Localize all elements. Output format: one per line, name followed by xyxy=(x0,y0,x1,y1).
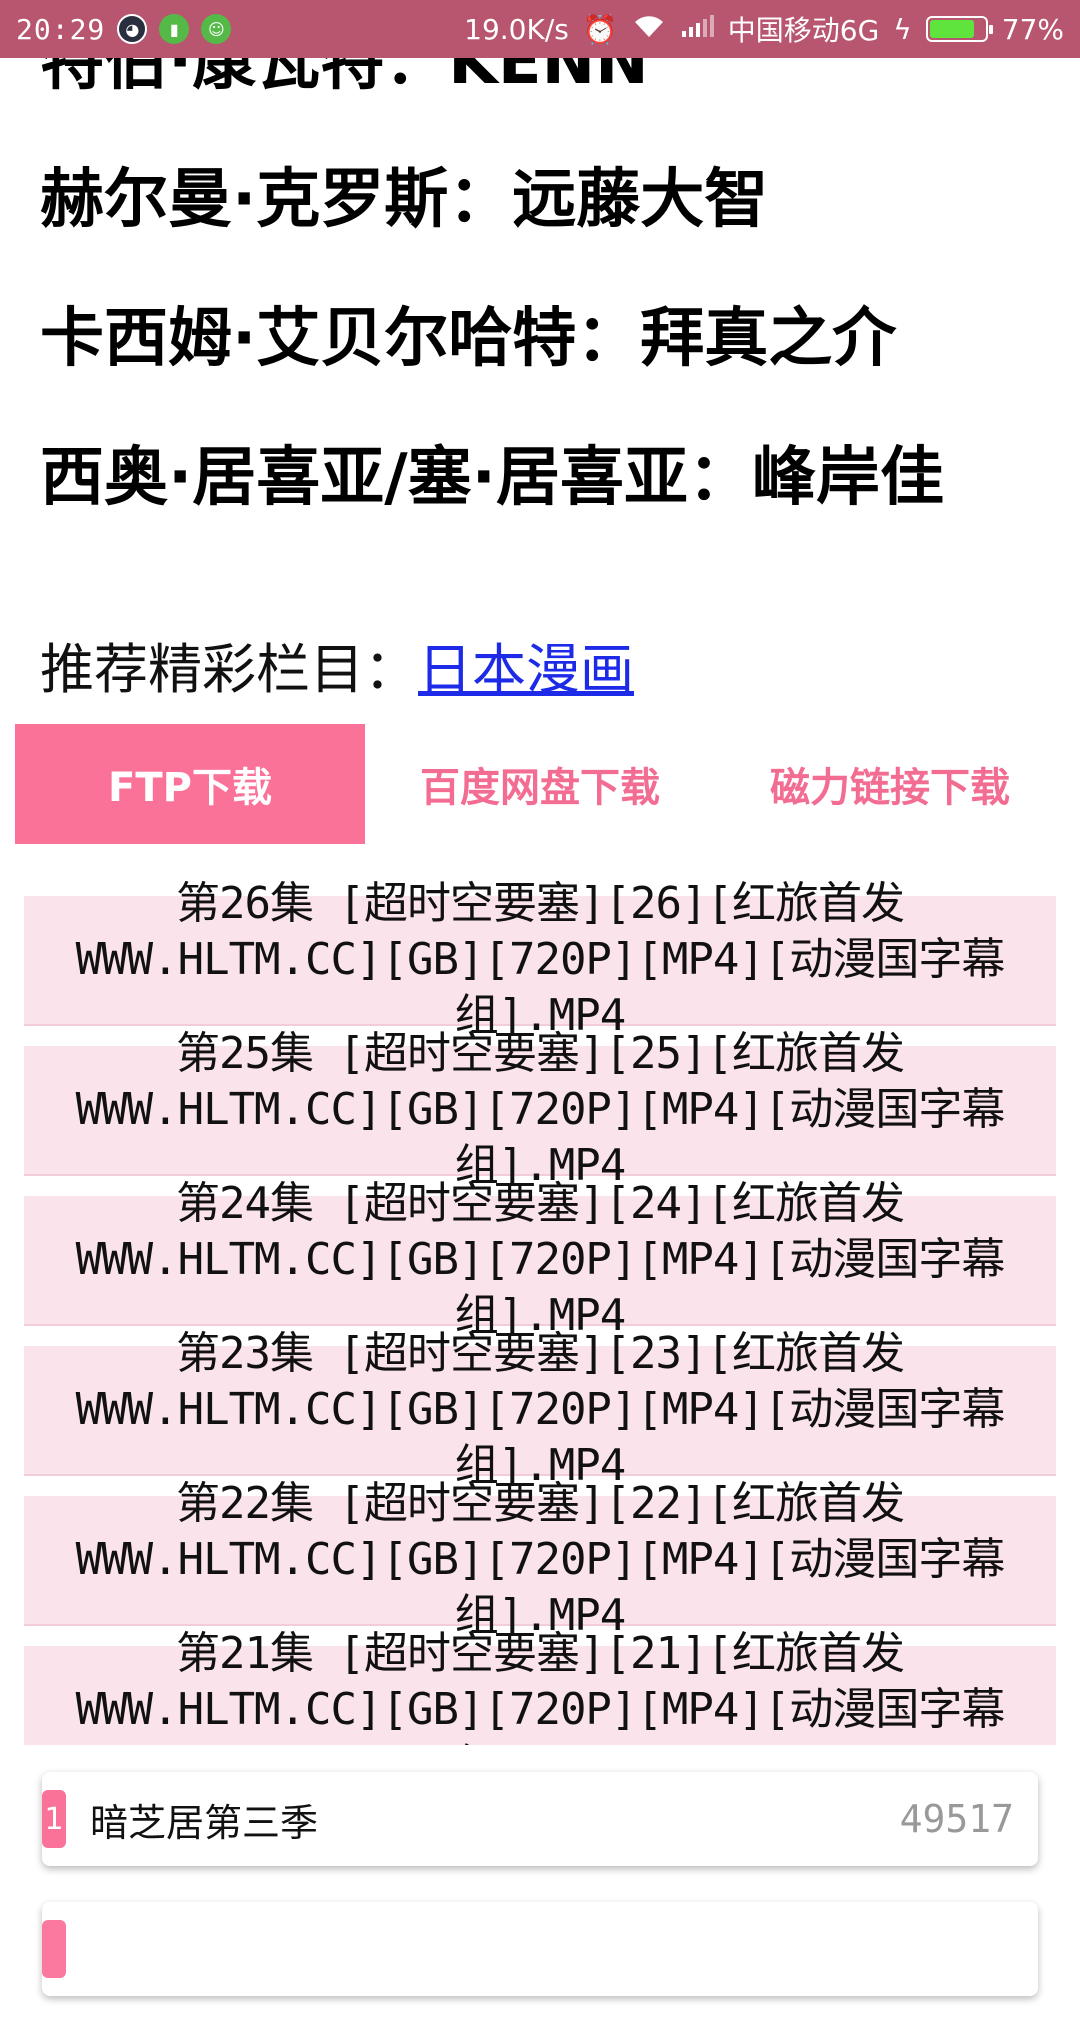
carrier-label: 中国移动6G xyxy=(727,14,880,47)
rank-number-badge-partial xyxy=(42,1920,66,1978)
battery-percent: 77% xyxy=(1001,12,1064,46)
ranking-list: 1 暗芝居第三季 49517 xyxy=(42,1772,1038,2032)
android-icon: ☺ xyxy=(201,14,232,44)
page-content: 特伯·康瓦特：KENN 赫尔曼·克罗斯：远藤大智 卡西姆·艾贝尔哈特：拜真之介 … xyxy=(0,0,1080,1745)
net-speed: 19.0K/s xyxy=(464,12,569,46)
battery-fill xyxy=(929,20,975,38)
alarm-icon: ⏰ xyxy=(582,12,618,46)
cast-line-4: 西奥·居喜亚/塞·居喜亚：峰岸佳 xyxy=(40,441,944,515)
tab-magnet-download[interactable]: 磁力链接下载 xyxy=(715,724,1065,844)
qq-icon: ◕ xyxy=(117,14,148,44)
episode-list: 第26集 [超时空要塞][26][红旅首发WWW.HLTM.CC][GB][72… xyxy=(24,878,1056,1745)
status-left: 20:29 ◕ ▮ ☺ xyxy=(16,12,232,46)
episode-item-24[interactable]: 第24集 [超时空要塞][24][红旅首发WWW.HLTM.CC][GB][72… xyxy=(24,1178,1056,1341)
status-bar: 20:29 ◕ ▮ ☺ 19.0K/s ⏰ 中国移动6G ϟ 77% xyxy=(0,0,1080,58)
rank-title: 暗芝居第三季 xyxy=(90,1800,319,1845)
tab-baidu-pan-download[interactable]: 百度网盘下载 xyxy=(365,724,715,844)
status-time: 20:29 xyxy=(16,12,106,46)
tab-ftp-download[interactable]: FTP下载 xyxy=(15,724,365,844)
wifi-icon xyxy=(632,13,666,46)
recommend-section: 推荐精彩栏目：日本漫画 xyxy=(40,625,634,704)
battery-app-icon: ▮ xyxy=(159,14,190,44)
episode-item-22[interactable]: 第22集 [超时空要塞][22][红旅首发WWW.HLTM.CC][GB][72… xyxy=(24,1478,1056,1641)
episode-item-25[interactable]: 第25集 [超时空要塞][25][红旅首发WWW.HLTM.CC][GB][72… xyxy=(24,1028,1056,1191)
signal-icon xyxy=(680,13,714,46)
charging-icon: ϟ xyxy=(893,12,912,46)
rank-view-count: 49517 xyxy=(899,1797,1014,1841)
episode-item-26[interactable]: 第26集 [超时空要塞][26][红旅首发WWW.HLTM.CC][GB][72… xyxy=(24,878,1056,1041)
battery-icon xyxy=(925,16,993,42)
rank-number-badge: 1 xyxy=(42,1790,66,1848)
episode-item-23[interactable]: 第23集 [超时空要塞][23][红旅首发WWW.HLTM.CC][GB][72… xyxy=(24,1328,1056,1491)
status-right: 19.0K/s ⏰ 中国移动6G ϟ 77% xyxy=(464,9,1064,49)
episode-item-21[interactable]: 第21集 [超时空要塞][21][红旅首发WWW.HLTM.CC][GB][72… xyxy=(24,1628,1056,1745)
recommend-label: 推荐精彩栏目： xyxy=(40,638,418,701)
cast-line-3: 卡西姆·艾贝尔哈特：拜真之介 xyxy=(40,302,897,376)
cast-line-2: 赫尔曼·克罗斯：远藤大智 xyxy=(40,163,769,237)
ranking-item-partial[interactable] xyxy=(42,1902,1038,1996)
ranking-item[interactable]: 1 暗芝居第三季 49517 xyxy=(42,1772,1038,1866)
download-tabs: FTP下载 百度网盘下载 磁力链接下载 xyxy=(15,724,1065,844)
recommend-link-japanese-manga[interactable]: 日本漫画 xyxy=(418,638,634,701)
